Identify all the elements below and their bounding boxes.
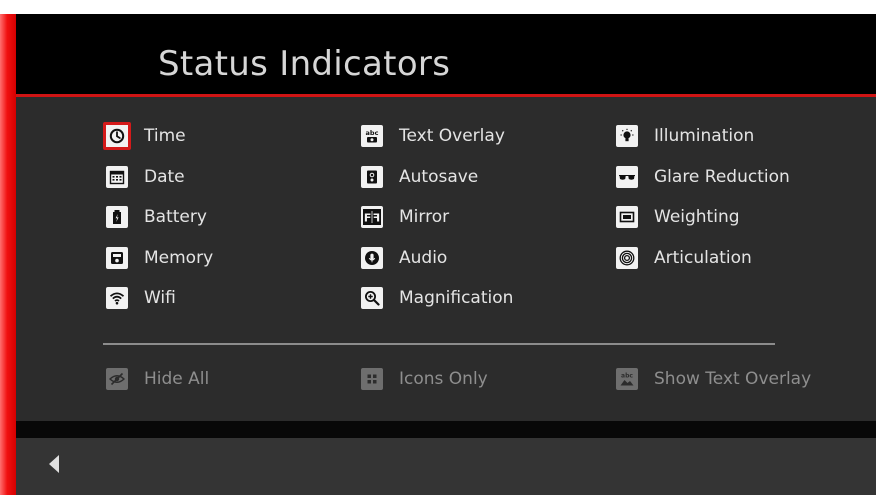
indicator-autosave[interactable]: Autosave [361, 164, 478, 190]
top-edge [0, 0, 876, 14]
clock-icon [103, 122, 131, 150]
show-text-overlay-label: Show Text Overlay [654, 369, 812, 389]
screen: Status Indicators Time Date Battery Memo… [16, 14, 876, 495]
indicator-mirror[interactable]: FF Mirror [361, 204, 449, 230]
weighting-icon [616, 206, 638, 228]
indicator-label: Text Overlay [399, 126, 505, 146]
indicator-label: Illumination [654, 126, 755, 146]
sunglasses-icon [616, 166, 638, 188]
hide-eye-icon [106, 368, 128, 390]
indicator-weighting[interactable]: Weighting [616, 204, 740, 230]
magnify-icon [361, 287, 383, 309]
icons-only-button[interactable]: Icons Only [361, 366, 488, 392]
svg-text:F: F [373, 212, 381, 225]
indicator-time[interactable]: Time [103, 122, 186, 150]
indicator-label: Glare Reduction [654, 167, 790, 187]
indicator-battery[interactable]: Battery [106, 204, 207, 230]
grid-icon [361, 368, 383, 390]
app-frame: Status Indicators Time Date Battery Memo… [0, 0, 876, 495]
hide-all-label: Hide All [144, 369, 210, 389]
svg-text:abc: abc [621, 373, 633, 380]
mirror-icon: FF [361, 206, 383, 228]
svg-text:abc: abc [366, 129, 379, 137]
indicator-label: Date [144, 167, 185, 187]
indicator-magnification[interactable]: Magnification [361, 285, 513, 311]
header-bar: Status Indicators [16, 14, 876, 97]
indicator-audio[interactable]: Audio [361, 245, 447, 271]
red-side-bar [0, 14, 16, 495]
autosave-icon [361, 166, 383, 188]
text-overlay-icon: abc [361, 125, 383, 147]
indicator-wifi[interactable]: Wifi [106, 285, 176, 311]
wifi-icon [106, 287, 128, 309]
indicator-label: Articulation [654, 248, 752, 268]
microphone-icon [361, 247, 383, 269]
icons-only-label: Icons Only [399, 369, 488, 389]
battery-icon [106, 206, 128, 228]
indicator-label: Autosave [399, 167, 479, 187]
show-text-overlay-button[interactable]: abc Show Text Overlay [616, 366, 811, 392]
text-overlay-image-icon: abc [616, 368, 638, 390]
divider [103, 343, 775, 345]
indicator-label: Time [144, 126, 186, 146]
indicator-date[interactable]: Date [106, 164, 185, 190]
back-arrow-icon [49, 455, 59, 473]
memory-card-icon [106, 247, 128, 269]
lightbulb-icon [616, 125, 638, 147]
page-title: Status Indicators [158, 44, 451, 84]
indicator-label: Battery [144, 207, 207, 227]
indicator-label: Wifi [144, 288, 176, 308]
indicator-memory[interactable]: Memory [106, 245, 213, 271]
calendar-icon [106, 166, 128, 188]
indicator-text-overlay[interactable]: abc Text Overlay [361, 123, 505, 149]
indicator-glare-reduction[interactable]: Glare Reduction [616, 164, 790, 190]
indicator-illumination[interactable]: Illumination [616, 123, 754, 149]
svg-text:F: F [364, 212, 372, 225]
indicator-articulation[interactable]: Articulation [616, 245, 752, 271]
back-button[interactable] [36, 446, 72, 482]
indicator-label: Mirror [399, 207, 450, 227]
indicator-label: Memory [144, 248, 214, 268]
footer-bar [16, 438, 876, 495]
hide-all-button[interactable]: Hide All [106, 366, 209, 392]
footer-divider [16, 421, 876, 438]
indicator-label: Magnification [399, 288, 514, 308]
articulation-icon [616, 247, 638, 269]
indicator-label: Weighting [654, 207, 740, 227]
indicator-label: Audio [399, 248, 448, 268]
